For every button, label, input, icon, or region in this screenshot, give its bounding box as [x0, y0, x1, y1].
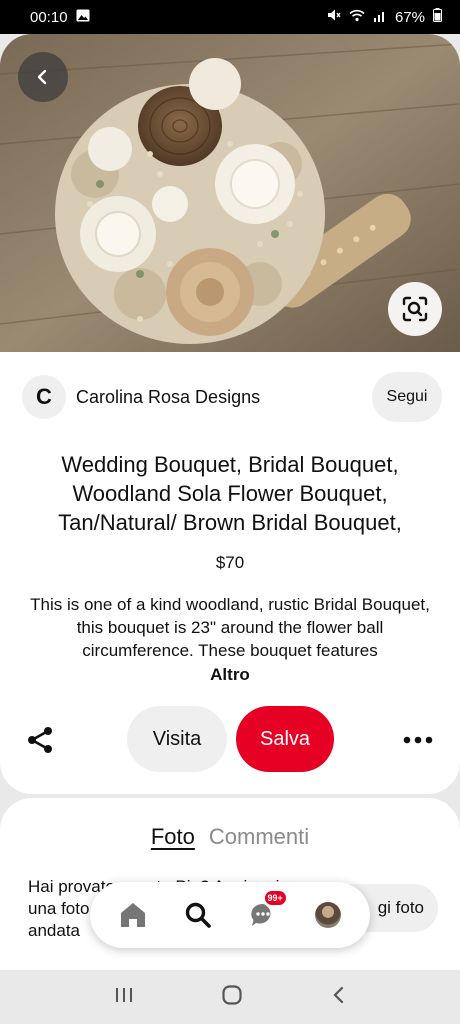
share-button[interactable]: [24, 724, 56, 756]
more-link[interactable]: Altro: [0, 665, 460, 685]
messages-icon: [250, 903, 271, 926]
battery-icon: [433, 8, 442, 26]
search-icon: [185, 902, 211, 928]
pin-title: Wedding Bouquet, Bridal Bouquet, Woodlan…: [58, 452, 402, 535]
wifi-icon: [349, 9, 365, 26]
gallery-icon: [76, 9, 90, 26]
content-tabs: Foto Commenti: [0, 824, 460, 850]
back-nav-icon: [333, 986, 344, 1003]
save-button[interactable]: Salva: [236, 706, 334, 772]
creator-avatar[interactable]: C: [22, 375, 66, 419]
visit-button[interactable]: Visita: [127, 706, 227, 772]
lens-search-icon: [402, 296, 428, 322]
tab-messages[interactable]: 99+: [243, 891, 286, 935]
home-icon: [120, 903, 145, 927]
notification-badge: 99+: [264, 891, 286, 905]
battery-percent: 67%: [394, 8, 425, 26]
visual-search-button[interactable]: [388, 282, 442, 336]
tab-profile[interactable]: [308, 895, 348, 935]
creator-row: C Carolina Rosa Designs Segui: [22, 372, 442, 422]
signal-icon: [373, 9, 387, 26]
pin-description: This is one of a kind woodland, rustic B…: [30, 595, 430, 660]
mute-icon: [327, 8, 341, 26]
bottom-tab-bar: 99+: [90, 882, 370, 948]
tab-commenti[interactable]: Commenti: [209, 824, 309, 850]
pin-price: $70: [215, 553, 245, 572]
tab-foto[interactable]: Foto: [151, 824, 195, 850]
home-nav-button[interactable]: [221, 984, 243, 1011]
system-nav-bar: [0, 970, 460, 1024]
tab-search[interactable]: [178, 895, 218, 935]
recents-button[interactable]: [114, 986, 134, 1009]
more-options-button[interactable]: [402, 724, 434, 756]
follow-button[interactable]: Segui: [372, 372, 442, 422]
chevron-left-icon: [37, 69, 47, 85]
status-time: 00:10: [30, 8, 68, 26]
tab-home[interactable]: [113, 895, 153, 935]
profile-avatar: [314, 902, 341, 928]
back-nav-button[interactable]: [330, 985, 346, 1010]
recents-icon: [115, 987, 132, 1002]
pin-card: C Carolina Rosa Designs Segui Wedding Bo…: [0, 34, 460, 794]
creator-name[interactable]: Carolina Rosa Designs: [76, 387, 372, 408]
home-nav-icon: [222, 984, 242, 1005]
status-bar: 00:10 67%: [0, 0, 460, 34]
ellipsis-icon: [403, 736, 433, 744]
share-icon: [28, 727, 52, 753]
back-button[interactable]: [18, 52, 68, 102]
